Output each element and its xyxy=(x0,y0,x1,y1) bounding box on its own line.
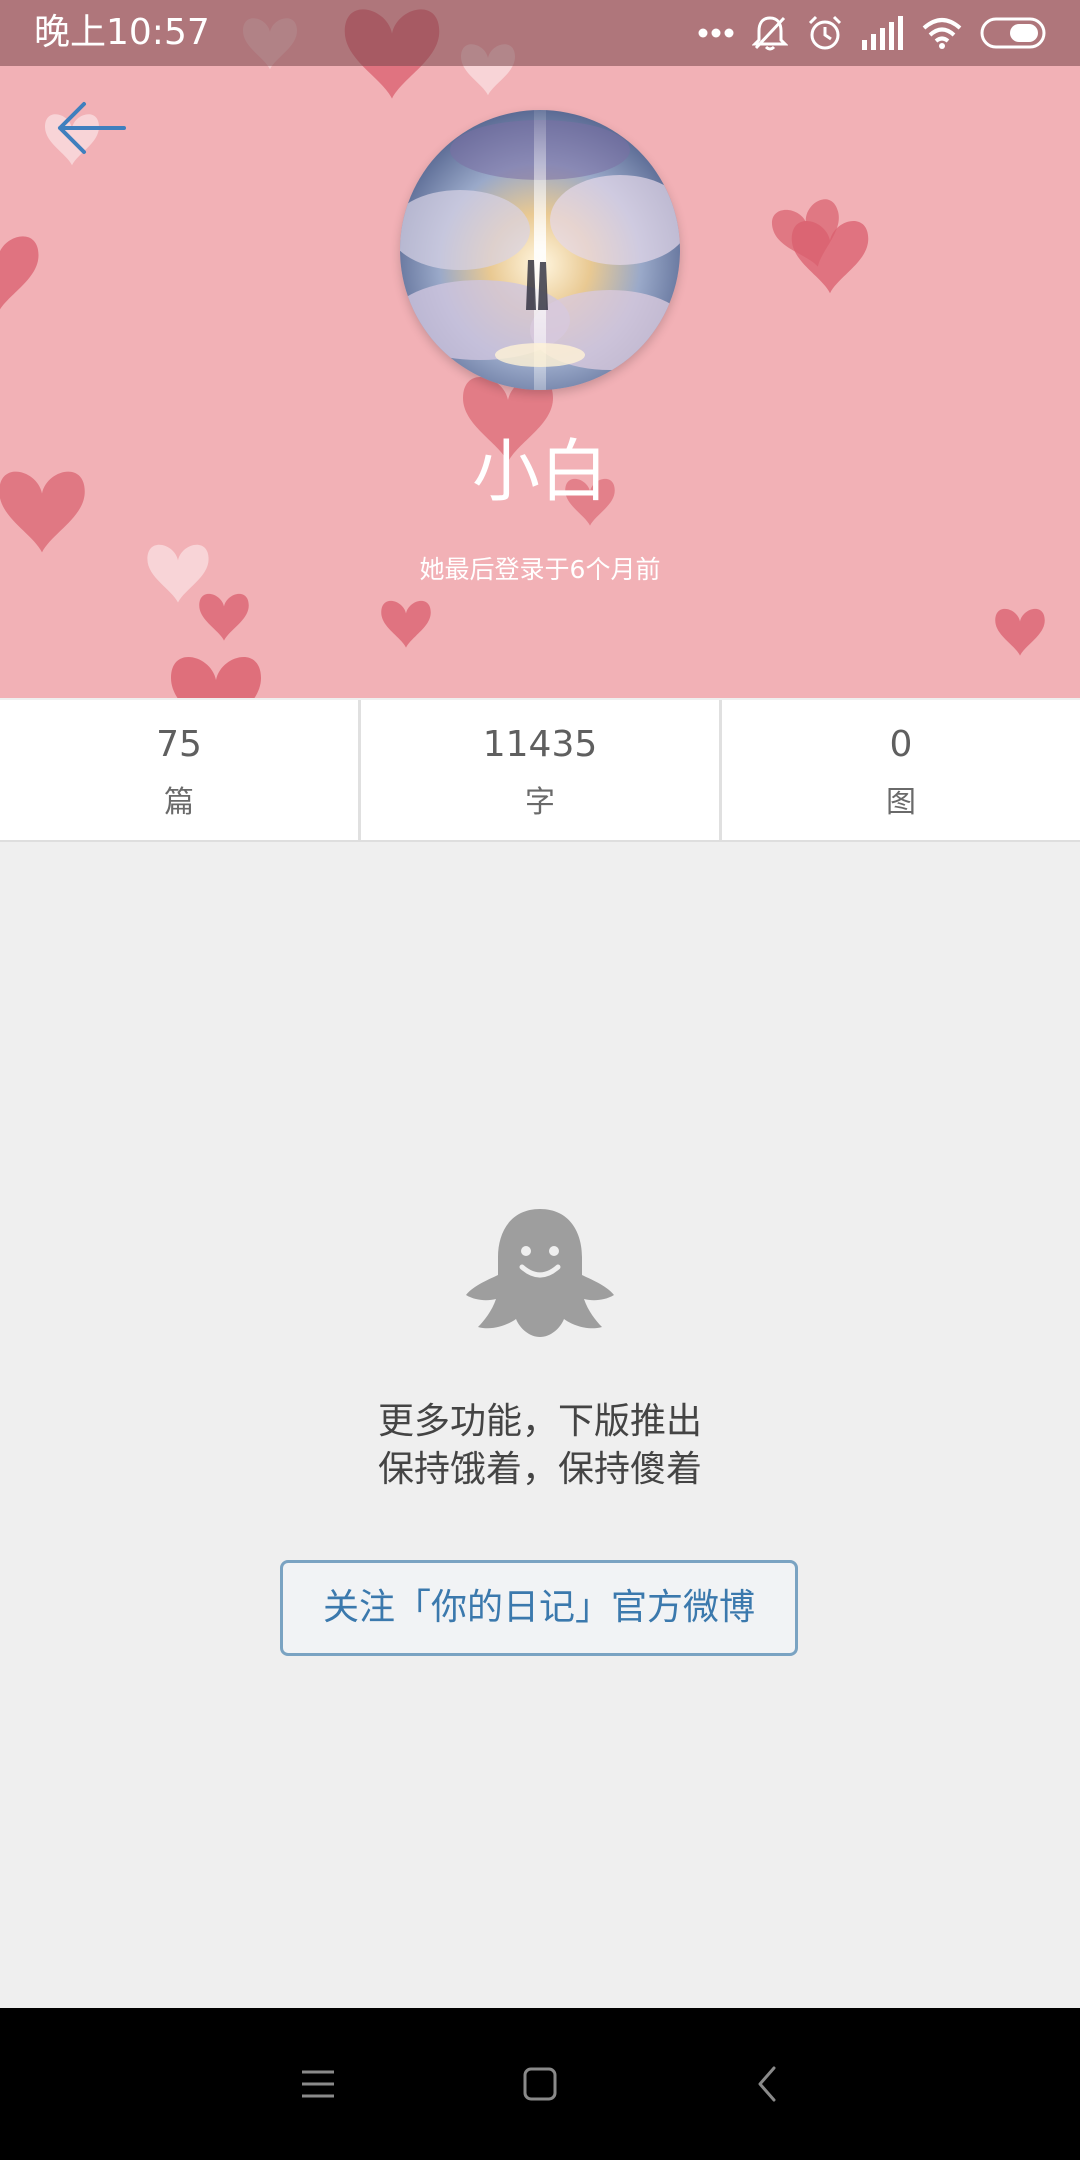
more-dots-icon xyxy=(698,27,734,39)
avatar-image xyxy=(400,110,680,390)
system-back-button[interactable] xyxy=(728,2044,808,2124)
username: 小白 xyxy=(471,433,608,512)
stat-words[interactable]: 11435 字 xyxy=(361,700,719,840)
back-button[interactable] xyxy=(52,96,152,168)
stat-value: 75 xyxy=(156,724,202,765)
menu-button[interactable] xyxy=(278,2044,358,2124)
status-icons xyxy=(698,12,1050,54)
navigation-bar xyxy=(0,2008,1080,2160)
profile-screen: 晚上10:57 小白 她最后登录于6个月前 75 篇 11435 字 0 图 更… xyxy=(0,0,1080,2160)
alarm-icon xyxy=(806,14,844,52)
mute-icon xyxy=(752,14,788,52)
back-chevron-icon xyxy=(728,2044,808,2124)
avatar[interactable] xyxy=(400,110,680,390)
menu-icon xyxy=(278,2044,358,2124)
message-line-2: 保持饿着，保持傻着 xyxy=(377,1449,702,1490)
ghost-icon xyxy=(462,1205,618,1351)
last-login-text: 她最后登录于6个月前 xyxy=(419,555,661,584)
stats-row: 75 篇 11435 字 0 图 xyxy=(0,700,1080,842)
stat-label: 字 xyxy=(525,785,555,820)
stat-label: 篇 xyxy=(164,785,194,820)
stat-label: 图 xyxy=(886,785,916,820)
home-square-icon xyxy=(500,2044,580,2124)
home-button[interactable] xyxy=(500,2044,580,2124)
signal-icon xyxy=(862,16,904,50)
status-bar: 晚上10:57 xyxy=(0,0,1080,66)
empty-state-message: 更多功能，下版推出 保持饿着，保持傻着 xyxy=(0,1398,1080,1494)
stat-images[interactable]: 0 图 xyxy=(722,700,1080,840)
message-line-1: 更多功能，下版推出 xyxy=(377,1401,702,1442)
status-time: 晚上10:57 xyxy=(34,12,210,53)
arrow-left-icon xyxy=(52,102,132,164)
battery-icon xyxy=(980,17,1050,49)
stat-value: 0 xyxy=(889,724,913,765)
stat-entries[interactable]: 75 篇 xyxy=(0,700,358,840)
wifi-icon xyxy=(922,17,962,49)
follow-weibo-button[interactable]: 关注「你的日记」官方微博 xyxy=(280,1560,798,1656)
stat-value: 11435 xyxy=(482,724,598,765)
profile-header: 晚上10:57 小白 她最后登录于6个月前 xyxy=(0,0,1080,698)
